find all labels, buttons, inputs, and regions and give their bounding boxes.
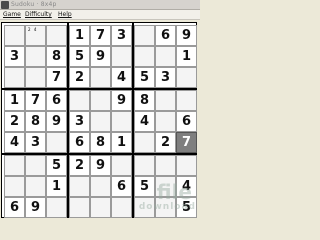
sudoku-cell-r5-c6[interactable] xyxy=(111,111,132,132)
sudoku-cell-r3-c5[interactable] xyxy=(90,67,111,88)
sudoku-cell-r8-c6[interactable]: 6 xyxy=(111,176,132,197)
sudoku-cell-r2-c3[interactable]: 8 xyxy=(46,46,67,67)
sudoku-cell-r8-c1[interactable] xyxy=(4,176,25,197)
sudoku-cell-r4-c6[interactable]: 9 xyxy=(111,90,132,111)
sudoku-cell-r7-c8[interactable] xyxy=(155,155,176,176)
sudoku-cell-r9-c3[interactable] xyxy=(46,197,67,218)
sudoku-cell-r8-c7[interactable]: 5 xyxy=(134,176,155,197)
sudoku-cell-r9-c5[interactable] xyxy=(90,197,111,218)
box-rule-h2 xyxy=(2,153,196,155)
sudoku-cell-r6-c3[interactable] xyxy=(46,132,67,153)
sudoku-cell-r9-c4[interactable] xyxy=(69,197,90,218)
sudoku-cell-r3-c8[interactable]: 3 xyxy=(155,67,176,88)
sudoku-cell-r7-c7[interactable] xyxy=(134,155,155,176)
sudoku-cell-r1-c3[interactable] xyxy=(46,25,67,46)
sudoku-cell-r1-c8[interactable]: 6 xyxy=(155,25,176,46)
sudoku-cell-r2-c1[interactable]: 3 xyxy=(4,46,25,67)
sudoku-cell-r6-c9[interactable]: 7 xyxy=(176,132,197,153)
menu-game[interactable]: Game xyxy=(3,10,21,20)
box-rule-h1 xyxy=(2,88,196,90)
sudoku-cell-r7-c6[interactable] xyxy=(111,155,132,176)
sudoku-cell-r3-c6[interactable]: 4 xyxy=(111,67,132,88)
box-rule-v2 xyxy=(132,23,134,217)
sudoku-cell-r5-c4[interactable]: 3 xyxy=(69,111,90,132)
sudoku-cell-r2-c9[interactable]: 1 xyxy=(176,46,197,67)
sudoku-cell-r3-c3[interactable]: 7 xyxy=(46,67,67,88)
sudoku-cell-r3-c2[interactable] xyxy=(25,67,46,88)
menu-help[interactable]: Help xyxy=(58,10,72,20)
sudoku-cell-r1-c6[interactable]: 3 xyxy=(111,25,132,46)
sudoku-cell-r6-c4[interactable]: 6 xyxy=(69,132,90,153)
sudoku-cell-r7-c9[interactable] xyxy=(176,155,197,176)
title-bar: Sudoku · 8x4p xyxy=(0,0,200,10)
sudoku-cell-r6-c5[interactable]: 8 xyxy=(90,132,111,153)
sudoku-cell-r2-c4[interactable]: 5 xyxy=(69,46,90,67)
sudoku-cell-r4-c5[interactable] xyxy=(90,90,111,111)
sudoku-cell-r1-c1[interactable] xyxy=(4,25,25,46)
sudoku-cell-r8-c5[interactable] xyxy=(90,176,111,197)
sudoku-cell-r1-c2[interactable]: 2 4 xyxy=(25,25,46,46)
sudoku-cell-r4-c1[interactable]: 1 xyxy=(4,90,25,111)
sudoku-cell-r7-c5[interactable]: 9 xyxy=(90,155,111,176)
sudoku-cell-r9-c9[interactable]: 5 xyxy=(176,197,197,218)
window-title: Sudoku · 8x4p xyxy=(11,1,57,8)
sudoku-cell-r4-c9[interactable] xyxy=(176,90,197,111)
sudoku-cell-r5-c8[interactable] xyxy=(155,111,176,132)
sudoku-cell-r5-c5[interactable] xyxy=(90,111,111,132)
sudoku-cell-r6-c8[interactable]: 2 xyxy=(155,132,176,153)
sudoku-cell-r7-c2[interactable] xyxy=(25,155,46,176)
sudoku-cell-r9-c1[interactable]: 6 xyxy=(4,197,25,218)
sudoku-cell-r5-c3[interactable]: 9 xyxy=(46,111,67,132)
app-icon[interactable] xyxy=(1,1,9,9)
sudoku-cell-r4-c7[interactable]: 8 xyxy=(134,90,155,111)
sudoku-cell-r3-c1[interactable] xyxy=(4,67,25,88)
sudoku-cell-r2-c7[interactable] xyxy=(134,46,155,67)
pencil-marks: 2 4 xyxy=(28,27,38,32)
sudoku-cell-r6-c2[interactable]: 3 xyxy=(25,132,46,153)
sudoku-cell-r8-c8[interactable] xyxy=(155,176,176,197)
menu-bar: Game Difficulty Help xyxy=(0,10,200,20)
sudoku-cell-r2-c2[interactable] xyxy=(25,46,46,67)
sudoku-cell-r5-c2[interactable]: 8 xyxy=(25,111,46,132)
sudoku-cell-r9-c8[interactable] xyxy=(155,197,176,218)
sudoku-cell-r4-c2[interactable]: 7 xyxy=(25,90,46,111)
sudoku-cell-r5-c9[interactable]: 6 xyxy=(176,111,197,132)
sudoku-cell-r6-c1[interactable]: 4 xyxy=(4,132,25,153)
box-rule-v1 xyxy=(67,23,69,217)
sudoku-cell-r7-c4[interactable]: 2 xyxy=(69,155,90,176)
sudoku-cell-r6-c7[interactable] xyxy=(134,132,155,153)
sudoku-cell-r8-c2[interactable] xyxy=(25,176,46,197)
sudoku-cell-r9-c2[interactable]: 9 xyxy=(25,197,46,218)
sudoku-cell-r3-c7[interactable]: 5 xyxy=(134,67,155,88)
sudoku-cell-r3-c9[interactable] xyxy=(176,67,197,88)
sudoku-cell-r6-c6[interactable]: 1 xyxy=(111,132,132,153)
menu-difficulty[interactable]: Difficulty xyxy=(25,10,52,20)
sudoku-cell-r3-c4[interactable]: 2 xyxy=(69,67,90,88)
sudoku-cell-r2-c8[interactable] xyxy=(155,46,176,67)
sudoku-board: 2 41736938591724531769828934643681275291… xyxy=(1,22,197,218)
sudoku-cell-r5-c7[interactable]: 4 xyxy=(134,111,155,132)
sudoku-cell-r2-c5[interactable]: 9 xyxy=(90,46,111,67)
sudoku-cell-r9-c7[interactable] xyxy=(134,197,155,218)
sudoku-cell-r8-c9[interactable]: 4 xyxy=(176,176,197,197)
sudoku-cell-r1-c5[interactable]: 7 xyxy=(90,25,111,46)
sudoku-cell-r7-c1[interactable] xyxy=(4,155,25,176)
sudoku-cell-r2-c6[interactable] xyxy=(111,46,132,67)
sudoku-cell-r4-c8[interactable] xyxy=(155,90,176,111)
sudoku-cell-r4-c3[interactable]: 6 xyxy=(46,90,67,111)
sudoku-cell-r9-c6[interactable] xyxy=(111,197,132,218)
sudoku-cell-r7-c3[interactable]: 5 xyxy=(46,155,67,176)
sudoku-cell-r8-c4[interactable] xyxy=(69,176,90,197)
sudoku-cell-r5-c1[interactable]: 2 xyxy=(4,111,25,132)
sudoku-cell-r1-c9[interactable]: 9 xyxy=(176,25,197,46)
sudoku-cell-r4-c4[interactable] xyxy=(69,90,90,111)
sudoku-cell-r1-c7[interactable] xyxy=(134,25,155,46)
sudoku-cell-r8-c3[interactable]: 1 xyxy=(46,176,67,197)
sudoku-cell-r1-c4[interactable]: 1 xyxy=(69,25,90,46)
